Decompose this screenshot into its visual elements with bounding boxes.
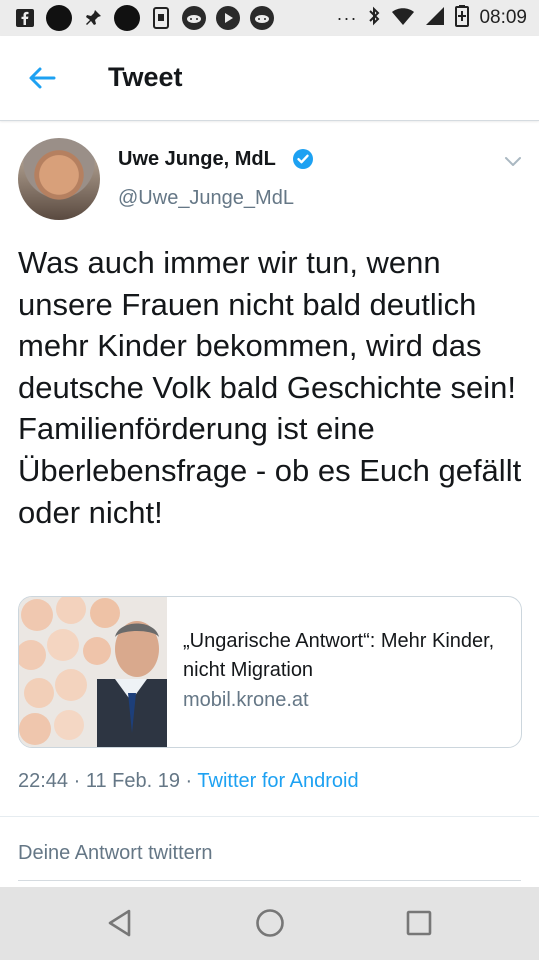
verified-badge-icon [292,148,314,170]
meta-separator: · [68,770,86,792]
notification-icons [0,5,274,31]
app-bar: Tweet [0,36,539,121]
tweet-time: 22:44 [18,770,69,792]
facebook-icon [14,7,36,29]
page-title: Tweet [108,62,183,92]
avatar[interactable] [18,138,100,220]
tweet-date: 11 Feb. 19 [85,770,180,792]
meta-separator: · [179,770,198,792]
author-handle[interactable]: @Uwe_Junge_MdL [118,187,294,210]
battery-charging-icon [455,4,470,32]
tweet-text: Was auch immer wir tun, wenn unsere Frau… [18,245,522,530]
alien-app-icon [250,6,274,30]
dot-icon [114,5,140,31]
alien-app-icon [182,6,206,30]
play-icon [216,6,240,30]
link-preview-card[interactable]: „Ungarische Antwort“: Mehr Kinder, nicht… [18,596,522,748]
status-bar: ··· 08:09 [0,0,539,36]
back-button[interactable] [24,60,60,96]
system-nav-bar [0,887,539,960]
nav-recents-button[interactable] [404,908,434,938]
tweet-meta: 22:44 · 11 Feb. 19 · Twitter for Android [18,770,359,793]
tweet-source-link[interactable]: Twitter for Android [197,770,358,792]
arrow-left-icon [29,67,56,89]
nav-back-button[interactable] [104,907,136,939]
bluetooth-icon [367,6,381,31]
tweet-options-button[interactable] [502,150,524,172]
status-time: 08:09 [479,7,527,28]
reply-input-underline [18,880,521,881]
reply-input[interactable]: Deine Antwort twittern [18,842,213,865]
circle-home-icon [256,909,284,937]
square-recents-icon [406,910,432,936]
author-name[interactable]: Uwe Junge, MdL [118,148,276,171]
link-preview-title: „Ungarische Antwort“: Mehr Kinder, nicht… [183,630,495,681]
link-preview-domain: mobil.krone.at [183,689,309,711]
divider [0,816,539,817]
dot-icon [46,5,72,31]
chevron-down-icon [505,157,521,166]
pin-icon [82,7,104,29]
wifi-icon [391,6,415,31]
signal-icon [425,6,445,31]
system-icons: ··· 08:09 [336,0,527,36]
link-preview-image [19,597,167,747]
triangle-back-icon [108,909,131,937]
more-indicator: ··· [336,7,358,28]
screenshot-icon [150,7,172,29]
nav-home-button[interactable] [254,907,286,939]
